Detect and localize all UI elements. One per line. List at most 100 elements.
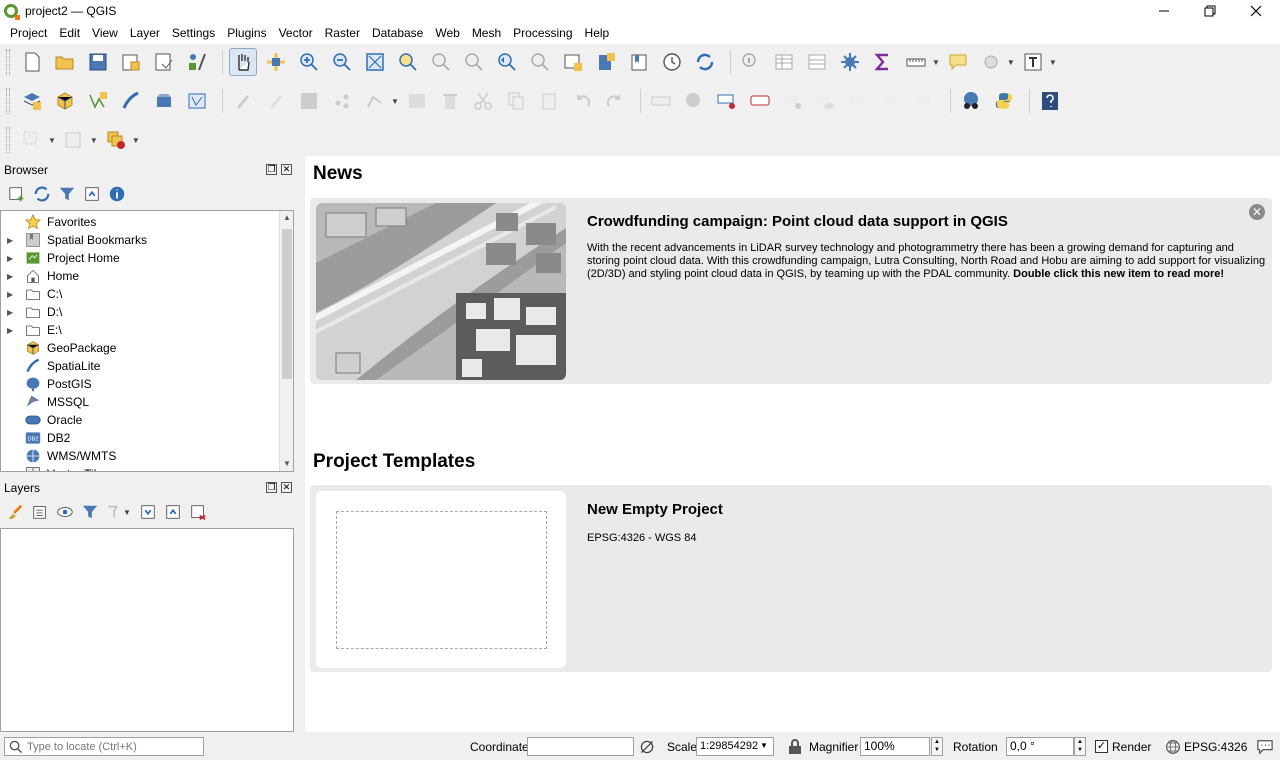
menu-project[interactable]: Project (4, 23, 53, 43)
measure-dropdown-icon[interactable]: ▼ (932, 58, 940, 67)
browser-item[interactable]: DB2 DB2 (1, 429, 279, 447)
deselect-dropdown-icon[interactable]: ▼ (132, 136, 140, 145)
close-button[interactable] (1233, 0, 1279, 22)
help-contents-button[interactable] (1036, 87, 1064, 115)
menu-web[interactable]: Web (429, 23, 465, 43)
label-toolbar-button[interactable] (647, 87, 675, 115)
render-checkbox[interactable]: ✓ (1095, 740, 1108, 753)
menu-layer[interactable]: Layer (124, 23, 166, 43)
statistical-summary-button[interactable] (869, 48, 897, 76)
select-area-dropdown-icon[interactable]: ▼ (48, 136, 56, 145)
modify-attributes-button[interactable] (403, 87, 431, 115)
locator-bar[interactable]: Type to locate (Ctrl+K) (4, 737, 204, 756)
layers-tree[interactable] (0, 528, 294, 732)
text-annotation-button[interactable] (1019, 48, 1047, 76)
menu-database[interactable]: Database (366, 23, 429, 43)
browser-item[interactable]: ▶ Project Home (1, 249, 279, 267)
browser-item[interactable]: WMS/WMTS (1, 447, 279, 465)
show-bookmarks-button[interactable] (625, 48, 653, 76)
remove-layer-button[interactable] (189, 503, 207, 521)
browser-item[interactable]: Oracle (1, 411, 279, 429)
expand-arrow-icon[interactable]: ▶ (7, 290, 17, 299)
expand-all-button[interactable] (139, 503, 157, 521)
data-source-manager-button[interactable] (18, 87, 46, 115)
new-virtual-layer-button[interactable] (150, 87, 178, 115)
undo-button[interactable] (568, 87, 596, 115)
delete-selected-button[interactable] (436, 87, 464, 115)
add-group-button[interactable] (31, 503, 49, 521)
collapse-all-layers-button[interactable] (164, 503, 182, 521)
vertex-tool-button[interactable] (361, 87, 389, 115)
minimize-button[interactable] (1141, 0, 1187, 22)
open-project-button[interactable] (51, 48, 79, 76)
attribute-table-button[interactable] (770, 48, 798, 76)
browser-tree[interactable]: Favorites ▶ Spatial Bookmarks ▶ Project Home… (0, 210, 294, 472)
dismiss-news-button[interactable]: ✕ (1249, 204, 1265, 220)
manage-map-themes-button[interactable] (56, 503, 74, 521)
browser-item[interactable]: SpatiaLite (1, 357, 279, 375)
select-by-value-button[interactable] (60, 126, 88, 154)
browser-item[interactable]: GeoPackage (1, 339, 279, 357)
pan-map-button[interactable] (229, 48, 257, 76)
new-map-view-button[interactable] (559, 48, 587, 76)
deselect-all-button[interactable] (102, 126, 130, 154)
close-panel-button[interactable]: ✕ (281, 164, 292, 175)
toggle-editing-button[interactable] (262, 87, 290, 115)
crs-button[interactable]: EPSG:4326 (1184, 740, 1247, 754)
pin-labels-button[interactable] (779, 87, 807, 115)
zoom-out-button[interactable] (328, 48, 356, 76)
browser-scrollbar[interactable]: ▲ ▼ (279, 211, 293, 471)
scroll-up-icon[interactable]: ▲ (280, 211, 293, 225)
new-spatialite-layer-button[interactable] (117, 87, 145, 115)
measure-button[interactable] (902, 48, 930, 76)
identify-button[interactable] (737, 48, 765, 76)
toolbar-grip[interactable] (6, 88, 10, 114)
browser-refresh-button[interactable] (33, 185, 51, 203)
quickmapservices-button[interactable] (957, 87, 985, 115)
zoom-next-button[interactable] (526, 48, 554, 76)
zoom-to-selection-button[interactable] (394, 48, 422, 76)
redo-button[interactable] (601, 87, 629, 115)
expression-dropdown-icon[interactable]: ▼ (123, 508, 131, 517)
coordinate-input[interactable] (527, 737, 634, 756)
new-bookmark-button[interactable] (592, 48, 620, 76)
save-edits-button[interactable] (295, 87, 323, 115)
pan-to-selection-button[interactable] (262, 48, 290, 76)
browser-item[interactable]: ▶ Spatial Bookmarks (1, 231, 279, 249)
menu-plugins[interactable]: Plugins (221, 23, 272, 43)
temporal-controller-button[interactable] (658, 48, 686, 76)
globe-icon[interactable] (1165, 739, 1181, 755)
new-geopackage-layer-button[interactable] (51, 87, 79, 115)
browser-item[interactable]: PostGIS (1, 375, 279, 393)
zoom-last-button[interactable] (493, 48, 521, 76)
filter-legend-button[interactable] (81, 503, 99, 521)
new-print-layout-button[interactable] (117, 48, 145, 76)
add-feature-button[interactable] (328, 87, 356, 115)
menu-mesh[interactable]: Mesh (466, 23, 507, 43)
annotation-dropdown-icon[interactable]: ▼ (1049, 58, 1057, 67)
rotation-input[interactable]: 0,0 ° (1006, 737, 1074, 756)
move-label-button[interactable] (845, 87, 873, 115)
toolbar-grip[interactable] (6, 127, 10, 153)
zoom-native-button[interactable] (460, 48, 488, 76)
menu-raster[interactable]: Raster (319, 23, 366, 43)
layer-diagram-button[interactable] (680, 87, 708, 115)
browser-item[interactable]: ▶ Home (1, 267, 279, 285)
new-shapefile-layer-button[interactable] (84, 87, 112, 115)
select-value-dropdown-icon[interactable]: ▼ (90, 136, 98, 145)
magnifier-spinner[interactable]: ▲ ▼ (931, 737, 943, 756)
menu-processing[interactable]: Processing (507, 23, 578, 43)
new-temporary-layer-button[interactable] (183, 87, 211, 115)
toolbar-grip[interactable] (6, 49, 10, 75)
menu-view[interactable]: View (86, 23, 124, 43)
browser-item[interactable]: MSSQL (1, 393, 279, 411)
browser-filter-button[interactable] (58, 185, 76, 203)
layout-manager-button[interactable] (150, 48, 178, 76)
new-project-button[interactable] (18, 48, 46, 76)
scroll-down-icon[interactable]: ▼ (280, 457, 293, 471)
zoom-in-button[interactable] (295, 48, 323, 76)
paste-features-button[interactable] (535, 87, 563, 115)
rotate-label-button[interactable] (878, 87, 906, 115)
toggle-extents-icon[interactable] (639, 739, 655, 755)
zoom-to-layer-button[interactable] (427, 48, 455, 76)
